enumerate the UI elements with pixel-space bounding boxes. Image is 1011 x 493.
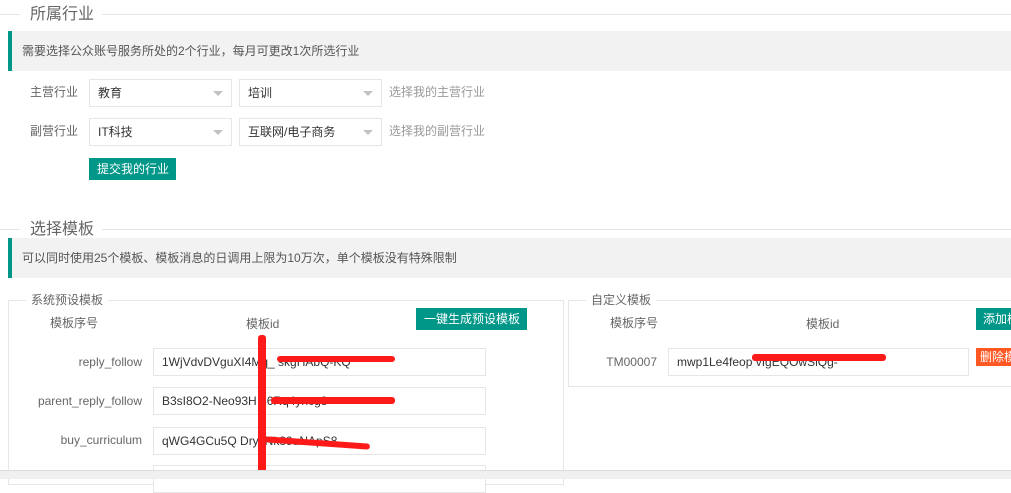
add-template-button[interactable]: 添加模板 [976, 308, 1011, 330]
template-id-field[interactable]: mwp1Le4feop vIgEQOwSlQg- [668, 348, 969, 376]
primary-industry-hint: 选择我的主营行业 [389, 85, 486, 99]
redaction-mark [752, 354, 886, 361]
primary-industry-category-value: 教育 [98, 86, 123, 100]
system-templates-legend: 系统预设模板 [26, 293, 109, 307]
custom-col-id: 模板id [806, 317, 840, 331]
custom-col-seq: 模板序号 [610, 316, 659, 330]
custom-templates-legend: 自定义模板 [586, 293, 657, 307]
primary-industry-sub-value: 培训 [248, 86, 273, 100]
section-divider-right [100, 14, 1011, 15]
secondary-industry-sub-select[interactable]: 互联网/电子商务 [239, 118, 382, 146]
templates-notice: 可以同时使用25个模板、模板消息的日调用上限为10万次，单个模板没有特殊限制 [8, 238, 1011, 278]
chevron-down-icon [363, 91, 373, 96]
chevron-down-icon [213, 91, 223, 96]
system-col-seq: 模板序号 [50, 316, 99, 330]
delete-template-button[interactable]: 删除模板 [976, 348, 1011, 366]
template-name: parent_reply_follow [37, 394, 142, 408]
secondary-industry-category-value: IT科技 [98, 125, 133, 139]
redaction-mark [277, 356, 395, 362]
secondary-industry-category-select[interactable]: IT科技 [89, 118, 232, 146]
primary-industry-category-select[interactable]: 教育 [89, 79, 232, 107]
industry-notice: 需要选择公众账号服务所处的2个行业，每月可更改1次所选行业 [8, 31, 1011, 71]
primary-industry-sub-select[interactable]: 培训 [239, 79, 382, 107]
industry-section-title: 所属行业 [22, 5, 103, 25]
template-id-field[interactable]: 1WjVdvDVguXI4Mq_ skgHAbQ-KQ [153, 348, 486, 376]
section-divider-left [0, 229, 20, 230]
primary-industry-label: 主营行业 [30, 85, 79, 99]
redaction-mark [271, 397, 395, 404]
secondary-industry-sub-value: 互联网/电子商务 [248, 125, 336, 139]
template-name: TM00007 [606, 355, 657, 369]
submit-industry-button[interactable]: 提交我的行业 [89, 158, 176, 180]
chevron-down-icon [213, 130, 223, 135]
secondary-industry-hint: 选择我的副营行业 [389, 124, 486, 138]
template-name: buy_curriculum [60, 433, 142, 447]
section-divider-left [0, 14, 20, 15]
generate-preset-templates-button[interactable]: 一键生成预设模板 [416, 308, 527, 330]
template-name: reply_follow [78, 355, 142, 369]
section-divider-right [100, 229, 1011, 230]
chevron-down-icon [363, 130, 373, 135]
templates-section-title: 选择模板 [22, 220, 103, 240]
system-col-id: 模板id [246, 317, 280, 331]
secondary-industry-label: 副营行业 [30, 124, 79, 138]
redaction-mark [258, 335, 266, 473]
